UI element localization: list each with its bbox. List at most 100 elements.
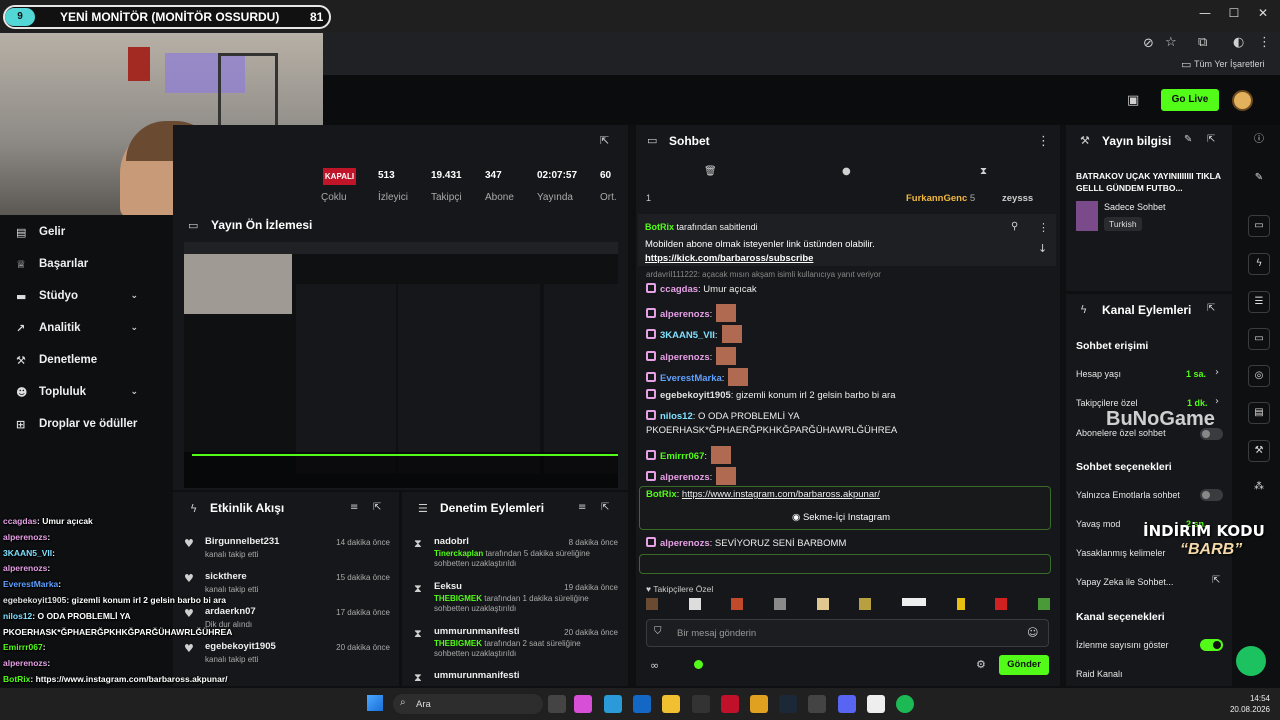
account-age-label[interactable]: Hesap yaşı — [1076, 369, 1121, 379]
emote[interactable] — [731, 598, 744, 610]
banned-words-label[interactable]: Yasaklanmış kelimeler — [1076, 548, 1165, 558]
apps-icon[interactable]: ⁂ — [1248, 477, 1270, 499]
chat-username[interactable]: Emirrr067 — [660, 451, 704, 462]
opera-icon[interactable] — [721, 695, 739, 713]
pin-icon[interactable]: ⚲ — [1011, 221, 1018, 232]
popout-icon[interactable]: ⇱ — [373, 502, 381, 513]
emote-only-toggle[interactable] — [1200, 489, 1223, 501]
popout-icon[interactable]: ⇱ — [600, 134, 609, 147]
emote[interactable] — [773, 598, 786, 610]
sidebar-item[interactable]: ▤ Gelir — [16, 222, 156, 242]
edit-icon[interactable]: ✎ — [1184, 134, 1192, 145]
mod-target[interactable]: Eeksu — [434, 581, 462, 592]
broadcast-icon[interactable]: ◎ — [1248, 365, 1270, 387]
mod-actor[interactable]: THEBIGMEK — [434, 639, 482, 648]
more-icon[interactable]: ⋮ — [1037, 134, 1050, 149]
eye-slash-icon[interactable]: ⊘ — [1143, 36, 1154, 51]
trash-icon[interactable]: 🗑 — [704, 166, 717, 177]
botrix-user[interactable]: BotRix — [646, 489, 677, 500]
more-icon[interactable]: ⋮ — [1038, 221, 1049, 234]
filter-icon[interactable]: ≡ — [578, 502, 586, 513]
task-view-icon[interactable] — [548, 695, 566, 713]
chevron-right-icon[interactable]: › — [1215, 367, 1219, 378]
followers-only-value[interactable]: 1 dk. — [1187, 398, 1208, 408]
infinity-icon[interactable]: ∞ — [650, 659, 659, 672]
address-bar[interactable] — [324, 34, 1280, 56]
next-icon[interactable] — [808, 695, 826, 713]
chat-icon[interactable]: ▭ — [1248, 328, 1270, 350]
emoji-icon[interactable]: ☺ — [1027, 626, 1038, 639]
monitor-icon[interactable]: ▭ — [1248, 215, 1270, 237]
all-bookmarks[interactable]: Tüm Yer İşaretleri — [1194, 59, 1265, 69]
sidebar-item[interactable]: ▬ Stüdyo ⌄ — [16, 286, 156, 306]
mod-target[interactable]: nadobrl — [434, 536, 469, 547]
ai-chat-label[interactable]: Yapay Zeka ile Sohbet... — [1076, 577, 1173, 587]
pencil-icon[interactable]: ✎ — [1248, 168, 1270, 190]
botrix-link[interactable]: https://www.instagram.com/barbaross.akpu… — [682, 489, 880, 500]
category-name[interactable]: Sadece Sohbet — [1104, 202, 1166, 212]
windows-start-icon[interactable] — [367, 695, 383, 711]
chat-username[interactable]: alperenozs — [660, 309, 710, 320]
app-icon[interactable] — [867, 695, 885, 713]
star-icon[interactable]: ☆ — [1165, 35, 1177, 50]
emote[interactable] — [956, 598, 965, 610]
event-name[interactable]: Birgunnelbet231 — [205, 536, 279, 547]
sidebar-item[interactable]: ⊞ Droplar ve ödüller — [16, 414, 156, 434]
sidebar-item[interactable]: ♕ Başarılar — [16, 254, 156, 274]
menu-icon[interactable]: ⋮ — [1258, 35, 1271, 50]
copilot-icon[interactable] — [574, 695, 592, 713]
popout-icon[interactable]: ⇱ — [1207, 134, 1215, 145]
mod-target[interactable]: ummurunmanifesti — [434, 626, 520, 637]
hourglass-icon[interactable]: ⧗ — [980, 166, 987, 177]
sidebar-item[interactable]: ↗ Analitik ⌄ — [16, 318, 156, 338]
emote[interactable] — [859, 598, 872, 610]
slow-mode-label[interactable]: Yavaş mod — [1076, 519, 1120, 529]
steam-icon[interactable] — [779, 695, 797, 713]
explorer-icon[interactable] — [662, 695, 680, 713]
status-dot-icon[interactable] — [694, 660, 703, 669]
top-supporter[interactable]: FurkannGenc 5 — [906, 193, 975, 204]
mod-actor[interactable]: Tinerckaplan — [434, 549, 483, 558]
emote-row[interactable] — [646, 598, 1050, 612]
outlook-icon[interactable] — [633, 695, 651, 713]
event-name[interactable]: ardaerkn07 — [205, 606, 256, 617]
xbox-icon[interactable] — [692, 695, 710, 713]
edge-icon[interactable] — [604, 695, 622, 713]
filter-icon[interactable]: ≡ — [350, 502, 358, 513]
chat-username[interactable]: ccagdas — [660, 284, 698, 295]
chat-username[interactable]: EverestMarka — [660, 373, 722, 384]
chat-username[interactable]: egebekoyit1905 — [660, 390, 731, 401]
mod-actor[interactable]: THEBIGMEK — [434, 594, 482, 603]
profile-icon[interactable]: ◐ — [1233, 35, 1244, 50]
arrow-down-icon[interactable]: ↓ — [1038, 242, 1047, 255]
emote[interactable] — [1037, 598, 1050, 610]
chevron-down-icon[interactable]: ⌄ — [130, 323, 138, 333]
info-icon[interactable]: ⓘ — [1248, 130, 1270, 152]
emote[interactable] — [688, 598, 701, 610]
external-link-icon[interactable]: ⇱ — [1212, 575, 1220, 586]
bolt-icon[interactable]: ϟ — [1248, 253, 1270, 275]
followers-only-label[interactable]: Takipçilere özel — [1076, 398, 1138, 408]
chat-username[interactable]: nilos12 — [660, 411, 693, 422]
emote[interactable] — [995, 598, 1008, 610]
window-icon[interactable]: ▤ — [1248, 402, 1270, 424]
second-supporter[interactable]: zeysss — [1002, 193, 1033, 204]
chevron-down-icon[interactable]: ⌄ — [130, 291, 138, 301]
discord-icon[interactable] — [838, 695, 856, 713]
event-name[interactable]: egebekoyit1905 — [205, 641, 276, 652]
chat-username[interactable]: 3KAAN5_VII — [660, 330, 715, 341]
emote[interactable] — [646, 598, 658, 610]
send-button[interactable]: Gönder — [999, 655, 1049, 675]
chevron-right-icon[interactable]: › — [1215, 396, 1219, 407]
raid-label[interactable]: Raid Kanalı — [1076, 669, 1123, 679]
user-avatar[interactable] — [1232, 90, 1253, 111]
chat-username[interactable]: alperenozs — [660, 352, 710, 363]
sidebar-item[interactable]: ⚒ Denetleme — [16, 350, 156, 370]
instagram-button[interactable]: ◉ Sekme-İçi Instagram — [792, 512, 890, 523]
chat-username[interactable]: alperenozs — [660, 472, 710, 483]
sidebar-item[interactable]: ☻ Topluluk ⌄ — [16, 382, 156, 402]
chat-username[interactable]: alperenozs — [660, 538, 710, 549]
emote[interactable] — [816, 598, 829, 610]
window-maximize-button[interactable]: ☐ — [1219, 6, 1249, 24]
mod-target[interactable]: ummurunmanifesti — [434, 670, 520, 681]
